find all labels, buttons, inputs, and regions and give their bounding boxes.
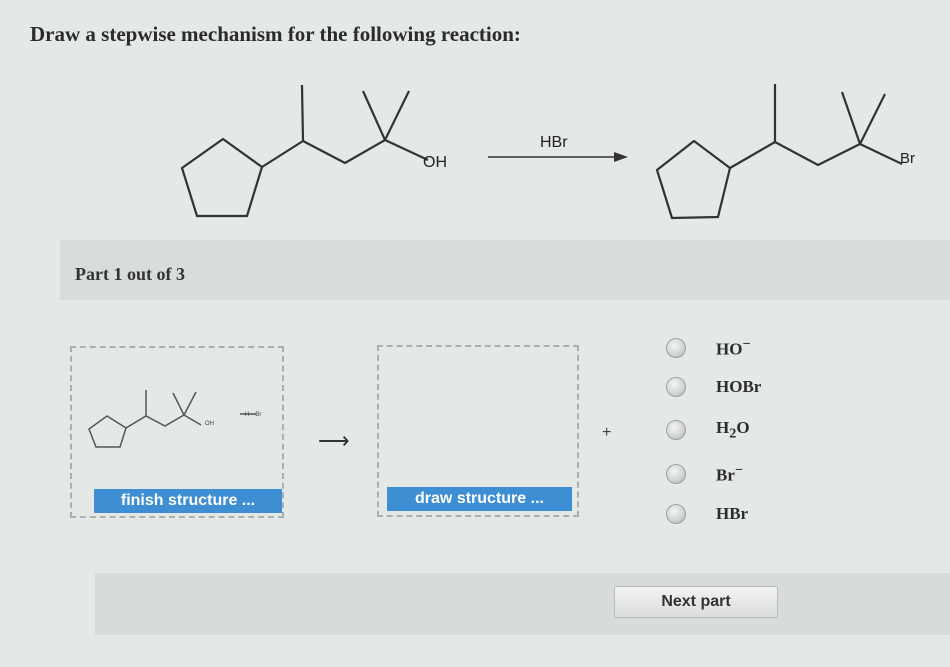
option-hbr[interactable]: HBr xyxy=(658,500,748,528)
next-part-button[interactable]: Next part xyxy=(614,586,778,618)
option-label: HBr xyxy=(716,504,749,523)
mini-hbr-label: H—Br xyxy=(245,412,261,418)
option-label: Br− xyxy=(716,462,743,485)
option-hobr[interactable]: HOBr xyxy=(658,373,761,401)
option-label: H2O xyxy=(716,417,750,442)
radio-button[interactable] xyxy=(666,464,686,484)
reactant-structure xyxy=(180,84,429,218)
radio-button[interactable] xyxy=(666,338,686,358)
draw-structure-button[interactable]: draw structure ... xyxy=(387,487,572,511)
mini-structure-preview: OH H—Br xyxy=(88,390,261,448)
option-bromide[interactable]: Br− xyxy=(658,460,743,488)
option-label: HOBr xyxy=(716,377,762,396)
reaction-arrow xyxy=(488,152,628,162)
option-label: HO− xyxy=(716,336,751,359)
reactant-oh-label: OH xyxy=(423,154,447,171)
option-hydroxide[interactable]: HO− xyxy=(658,334,751,362)
question-text: Draw a stepwise mechanism for the follow… xyxy=(30,22,521,46)
part-header-bar xyxy=(60,240,950,300)
reaction-scheme: OH HBr Br xyxy=(180,84,915,220)
finish-structure-button[interactable]: finish structure ... xyxy=(94,489,282,513)
product-structure xyxy=(655,84,903,220)
radio-button[interactable] xyxy=(666,420,686,440)
radio-button[interactable] xyxy=(666,504,686,524)
product-br-label: Br xyxy=(900,150,915,167)
plus-sign: + xyxy=(602,424,612,441)
step-arrow: ⟶ xyxy=(318,428,350,453)
reagent-label: HBr xyxy=(540,134,568,151)
bottom-action-bar xyxy=(95,573,950,635)
mini-oh-label: OH xyxy=(205,421,214,427)
part-label: Part 1 out of 3 xyxy=(75,264,185,284)
option-water[interactable]: H2O xyxy=(658,416,750,444)
radio-button[interactable] xyxy=(666,377,686,397)
